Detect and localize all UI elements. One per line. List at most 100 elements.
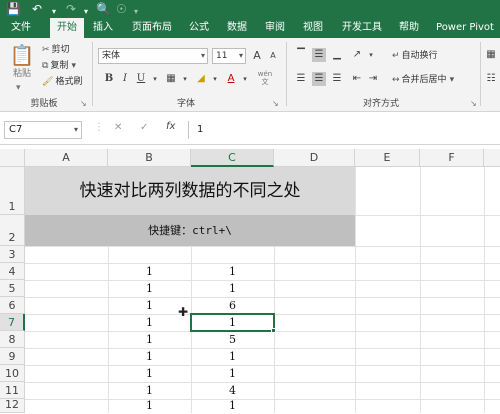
cell-b4[interactable]: 1 xyxy=(108,263,191,280)
borders-dropdown-icon[interactable]: ▾ xyxy=(178,72,192,86)
row-header-2[interactable]: 2 xyxy=(0,215,25,246)
insert-function-button[interactable]: fx xyxy=(166,121,175,132)
tab-power-pivot[interactable]: Power Pivot xyxy=(432,18,498,38)
align-center-icon[interactable]: ☰ xyxy=(312,72,326,86)
formula-input[interactable]: 1 xyxy=(188,121,496,139)
underline-button[interactable]: U xyxy=(134,72,148,86)
phonetic-guide-button[interactable]: wén 文 xyxy=(254,70,276,86)
italic-button[interactable]: I xyxy=(118,72,132,86)
underline-dropdown-icon[interactable]: ▾ xyxy=(148,72,162,86)
tab-page-layout[interactable]: 页面布局 xyxy=(126,18,178,38)
wrap-text-button[interactable]: ↵ 自动换行 xyxy=(392,50,438,62)
column-header-d[interactable]: D xyxy=(274,149,355,167)
orientation-dropdown-icon[interactable]: ▾ xyxy=(364,48,378,62)
print-preview-icon[interactable]: 🔍 xyxy=(96,1,111,17)
font-name-select[interactable]: 宋体 ▾ xyxy=(98,48,208,64)
tab-view[interactable]: 视图 xyxy=(298,18,328,38)
cell-b10[interactable]: 1 xyxy=(108,365,191,382)
clipboard-launcher-icon[interactable]: ↘ xyxy=(80,98,87,110)
row-header-11[interactable]: 11 xyxy=(0,382,25,399)
cell-b8[interactable]: 1 xyxy=(108,331,191,348)
align-bottom-icon[interactable]: ▁ xyxy=(330,48,344,62)
cell-c12[interactable]: 1 xyxy=(191,397,274,414)
tab-home[interactable]: 开始 xyxy=(50,18,84,38)
column-header-b[interactable]: B xyxy=(108,149,191,167)
cell-b9[interactable]: 1 xyxy=(108,348,191,365)
cell-c6[interactable]: 6 xyxy=(191,297,274,314)
grow-font-button[interactable]: A xyxy=(250,49,264,63)
merge-center-button[interactable]: ↔ 合并后居中 ▾ xyxy=(392,74,456,86)
column-header-f[interactable]: F xyxy=(420,149,484,167)
align-top-icon[interactable]: ▔ xyxy=(294,48,308,62)
shrink-font-button[interactable]: A xyxy=(266,49,280,63)
paste-button[interactable]: 粘贴 xyxy=(10,68,34,80)
font-size-select[interactable]: 11 ▾ xyxy=(212,48,246,64)
cell-b12[interactable]: 1 xyxy=(108,397,191,414)
borders-icon[interactable]: ▦ xyxy=(164,72,178,86)
cut-button[interactable]: ✂ 剪切 xyxy=(42,44,70,56)
tab-file[interactable]: 文件 xyxy=(4,18,38,38)
paste-dropdown-icon[interactable]: ▾ xyxy=(16,82,21,94)
row-header-5[interactable]: 5 xyxy=(0,280,25,297)
column-header-a[interactable]: A xyxy=(25,149,108,167)
cell-c8[interactable]: 5 xyxy=(191,331,274,348)
enter-icon[interactable]: ✓ xyxy=(140,122,148,133)
worksheet-grid[interactable]: A B C D E F 1 2 3 4 5 6 7 8 9 10 11 12 快… xyxy=(0,145,500,413)
cell-c5[interactable]: 1 xyxy=(191,280,274,297)
redo-icon[interactable]: ↷ xyxy=(66,1,76,17)
tab-data[interactable]: 数据 xyxy=(222,18,252,38)
align-left-icon[interactable]: ☰ xyxy=(294,72,308,86)
currency-icon[interactable]: ☷ xyxy=(484,72,498,86)
save-icon[interactable]: 💾 xyxy=(6,1,21,17)
cell-c9[interactable]: 1 xyxy=(191,348,274,365)
column-header-g[interactable] xyxy=(484,149,500,167)
tab-formulas[interactable]: 公式 xyxy=(184,18,214,38)
tab-review[interactable]: 审阅 xyxy=(260,18,290,38)
font-size-value: 11 xyxy=(216,51,228,61)
increase-indent-icon[interactable]: ⇥ xyxy=(366,72,380,86)
row-header-3[interactable]: 3 xyxy=(0,246,25,263)
row-header-10[interactable]: 10 xyxy=(0,365,25,382)
format-painter-button[interactable]: 🖌 格式刷 xyxy=(42,76,82,88)
row-header-7[interactable]: 7 xyxy=(0,314,25,331)
alignment-launcher-icon[interactable]: ↘ xyxy=(470,98,477,110)
title-bar: 💾 ↶ ▾ ↷ ▾ 🔍 ☉ ▾ 文件 开始 插入 页面布局 公式 数据 审阅 视… xyxy=(0,0,500,38)
font-color-icon[interactable]: A xyxy=(224,72,238,86)
chevron-down-icon: ▾ xyxy=(238,51,243,60)
tab-developer[interactable]: 开发工具 xyxy=(336,18,388,38)
share-icon[interactable]: ☉ xyxy=(116,1,127,17)
tab-insert[interactable]: 插入 xyxy=(88,18,118,38)
paste-icon[interactable]: 📋 xyxy=(8,44,36,66)
row-header-1[interactable]: 1 xyxy=(0,167,25,215)
font-launcher-icon[interactable]: ↘ xyxy=(272,98,279,110)
row-header-8[interactable]: 8 xyxy=(0,331,25,348)
row-header-4[interactable]: 4 xyxy=(0,263,25,280)
copy-button[interactable]: ⧉ 复制 ▾ xyxy=(42,60,78,72)
font-color-dropdown-icon[interactable]: ▾ xyxy=(238,72,252,86)
cell-c10[interactable]: 1 xyxy=(191,365,274,382)
align-middle-icon[interactable]: ☰ xyxy=(312,48,326,62)
number-format-icon[interactable]: ▦ xyxy=(484,48,498,62)
fill-handle[interactable] xyxy=(271,328,276,333)
row-header-9[interactable]: 9 xyxy=(0,348,25,365)
cancel-icon[interactable]: ✕ xyxy=(114,122,122,133)
decrease-indent-icon[interactable]: ⇤ xyxy=(350,72,364,86)
tab-help[interactable]: 帮助 xyxy=(394,18,424,38)
select-all-corner[interactable] xyxy=(0,149,25,167)
column-header-c[interactable]: C xyxy=(191,149,274,167)
fill-color-icon[interactable]: ◢ xyxy=(194,72,208,86)
shortcut-note-cell[interactable]: 快捷键：ctrl+\ xyxy=(25,215,355,246)
cell-c4[interactable]: 1 xyxy=(191,263,274,280)
orientation-icon[interactable]: ↗ xyxy=(350,48,364,62)
sheet-title-cell[interactable]: 快速对比两列数据的不同之处 xyxy=(25,167,355,215)
name-box[interactable]: C7 ▾ xyxy=(4,121,82,139)
bold-button[interactable]: B xyxy=(102,72,116,86)
column-header-e[interactable]: E xyxy=(355,149,420,167)
row-header-12[interactable]: 12 xyxy=(0,398,25,413)
fill-color-dropdown-icon[interactable]: ▾ xyxy=(208,72,222,86)
undo-icon[interactable]: ↶ xyxy=(32,1,42,17)
grow-font-label: A xyxy=(253,49,261,62)
row-header-6[interactable]: 6 xyxy=(0,297,25,314)
align-right-icon[interactable]: ☰ xyxy=(330,72,344,86)
cell-b5[interactable]: 1 xyxy=(108,280,191,297)
